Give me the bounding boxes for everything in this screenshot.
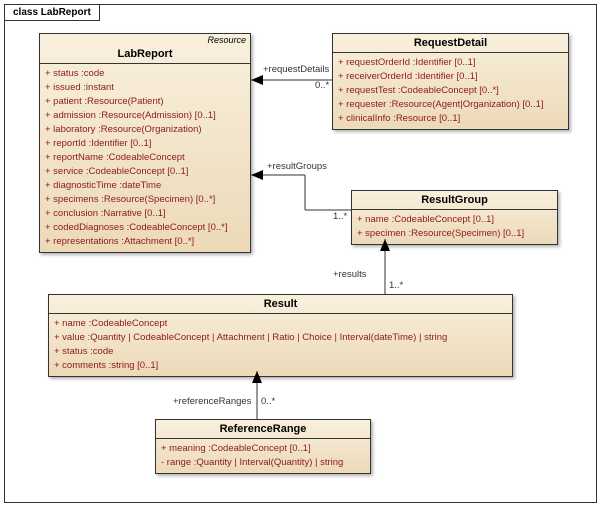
- diagram-frame: class LabReport Resource LabReport + sta…: [4, 4, 597, 503]
- attr: + codedDiagnoses :CodeableConcept [0..*]: [45, 221, 245, 235]
- class-title: RequestDetail: [333, 34, 568, 53]
- assoc-mult: 0..*: [315, 80, 329, 91]
- class-attrs: + name :CodeableConcept [0..1] + specime…: [352, 210, 557, 244]
- attr: + reportId :Identifier [0..1]: [45, 137, 245, 151]
- class-title: LabReport: [40, 45, 250, 64]
- attr: - range :Quantity | Interval(Quantity) |…: [161, 456, 365, 470]
- assoc-label: +requestDetails: [263, 64, 329, 75]
- attr: + admission :Resource(Admission) [0..1]: [45, 109, 245, 123]
- attr: + name :CodeableConcept: [54, 317, 507, 331]
- class-attrs: + requestOrderId :Identifier [0..1] + re…: [333, 53, 568, 129]
- attr: + status :code: [45, 67, 245, 81]
- assoc-label: +referenceRanges: [173, 396, 251, 407]
- attr: + laboratory :Resource(Organization): [45, 123, 245, 137]
- attr: + requestTest :CodeableConcept [0..*]: [338, 84, 563, 98]
- attr: + reportName :CodeableConcept: [45, 151, 245, 165]
- attr: + conclusion :Narrative [0..1]: [45, 207, 245, 221]
- class-attrs: + status :code + issued :instant + patie…: [40, 64, 250, 252]
- attr: + receiverOrderId :Identifier [0..1]: [338, 70, 563, 84]
- assoc-mult: 1..*: [333, 211, 347, 222]
- attr: + value :Quantity | CodeableConcept | At…: [54, 331, 507, 345]
- attr: + issued :instant: [45, 81, 245, 95]
- attr: + representations :Attachment [0..*]: [45, 235, 245, 249]
- frame-title: class LabReport: [4, 4, 100, 21]
- attr: + patient :Resource(Patient): [45, 95, 245, 109]
- attr: + status :code: [54, 345, 507, 359]
- attr: + specimen :Resource(Specimen) [0..1]: [357, 227, 552, 241]
- assoc-label: +resultGroups: [267, 161, 327, 172]
- class-referencerange: ReferenceRange + meaning :CodeableConcep…: [155, 419, 371, 474]
- class-resultgroup: ResultGroup + name :CodeableConcept [0..…: [351, 190, 558, 245]
- class-title: ResultGroup: [352, 191, 557, 210]
- attr: + requester :Resource(Agent|Organization…: [338, 98, 563, 112]
- class-requestdetail: RequestDetail + requestOrderId :Identifi…: [332, 33, 569, 130]
- stereotype: Resource: [40, 34, 250, 45]
- attr: + service :CodeableConcept [0..1]: [45, 165, 245, 179]
- class-result: Result + name :CodeableConcept + value :…: [48, 294, 513, 377]
- attr: + specimens :Resource(Specimen) [0..*]: [45, 193, 245, 207]
- class-attrs: + meaning :CodeableConcept [0..1] - rang…: [156, 439, 370, 473]
- assoc-label: +results: [333, 269, 367, 280]
- class-attrs: + name :CodeableConcept + value :Quantit…: [49, 314, 512, 376]
- class-title: ReferenceRange: [156, 420, 370, 439]
- attr: + clinicalInfo :Resource [0..1]: [338, 112, 563, 126]
- assoc-mult: 1..*: [389, 280, 403, 291]
- class-title: Result: [49, 295, 512, 314]
- assoc-mult: 0..*: [261, 396, 275, 407]
- attr: + comments :string [0..1]: [54, 359, 507, 373]
- attr: + name :CodeableConcept [0..1]: [357, 213, 552, 227]
- attr: + diagnosticTime :dateTime: [45, 179, 245, 193]
- class-labreport: Resource LabReport + status :code + issu…: [39, 33, 251, 253]
- attr: + requestOrderId :Identifier [0..1]: [338, 56, 563, 70]
- attr: + meaning :CodeableConcept [0..1]: [161, 442, 365, 456]
